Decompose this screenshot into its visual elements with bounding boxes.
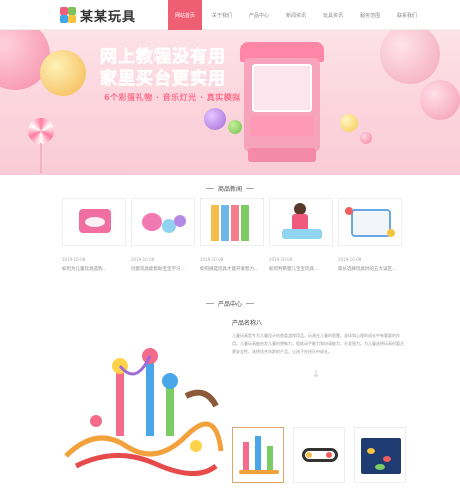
banner-title-line2: 家里买台更实用	[100, 69, 226, 90]
news-card[interactable]: 2019-10-08 创意玩具能帮助宝宝学习...	[131, 198, 195, 278]
lollipop-decoration	[28, 118, 54, 144]
candy-decoration	[204, 108, 226, 130]
news-date: 2019-10-08	[269, 257, 293, 262]
product-description: 儿童玩具是专为儿童设计的各类游戏用品，玩具在儿童的智慧、身体和心理的成长中有重要…	[232, 333, 404, 354]
logo-mark-icon	[60, 7, 76, 23]
nav-item-services[interactable]: 服务范围	[353, 0, 387, 30]
news-date: 2019-10-08	[200, 257, 224, 262]
news-thumbnail[interactable]	[269, 198, 333, 246]
site-header: 某某玩具 网站首页 关于我们 产品中心 新闻资讯 玩具资讯 服务范围 联系我们	[0, 0, 460, 30]
news-title[interactable]: 如何为儿童玩具选购...	[62, 266, 126, 272]
candy-decoration	[380, 30, 440, 84]
logo-text: 某某玩具	[80, 9, 137, 25]
candy-decoration	[420, 80, 460, 120]
news-title[interactable]: 如何挑选玩具才能开发智力...	[200, 266, 264, 272]
news-date: 2019-10-08	[131, 257, 155, 262]
news-section-label: 商品新闻	[217, 186, 242, 193]
news-thumbnail[interactable]	[200, 198, 264, 246]
lollipop-stick	[40, 143, 42, 173]
news-date: 2019-10-08	[338, 257, 362, 262]
candy-decoration	[40, 50, 86, 96]
banner-subtitle: 6个彩蛋礼物 · 音乐灯光 · 真实模拟	[104, 93, 241, 102]
products-section-title: 产品中心	[0, 299, 460, 308]
product-main-image[interactable]	[56, 326, 226, 484]
products-section-label: 产品中心	[217, 301, 242, 308]
news-thumbnail[interactable]	[131, 198, 195, 246]
product-thumbnail[interactable]	[354, 427, 406, 483]
news-thumbnail[interactable]	[62, 198, 126, 246]
arrow-down-icon[interactable]: ↓	[312, 369, 320, 380]
news-card[interactable]: 2019-10-08 如何判断婴儿宝宝玩具...	[269, 198, 333, 278]
news-card[interactable]: 2019-10-08 家长选择玩具时的五大误区...	[338, 198, 402, 278]
hero-banner[interactable]: 网上教程没有用 家里买台更实用 6个彩蛋礼物 · 音乐灯光 · 真实模拟	[0, 30, 460, 175]
news-section-title: 商品新闻	[0, 184, 460, 193]
nav-item-news[interactable]: 新闻资讯	[279, 0, 313, 30]
main-nav: 网站首页 关于我们 产品中心 新闻资讯 玩具资讯 服务范围 联系我们	[168, 0, 427, 30]
news-card[interactable]: 2019-10-08 如何为儿童玩具选购...	[62, 198, 126, 278]
news-list: 2019-10-08 如何为儿童玩具选购... 2019-10-08 创意玩具能…	[62, 198, 402, 278]
product-showcase: 产品名称八 儿童玩具是专为儿童设计的各类游戏用品，玩具在儿童的智慧、身体和心理的…	[56, 312, 406, 487]
nav-item-products[interactable]: 产品中心	[242, 0, 276, 30]
news-date: 2019-10-08	[62, 257, 86, 262]
nav-item-about[interactable]: 关于我们	[205, 0, 239, 30]
nav-item-toy-info[interactable]: 玩具资讯	[316, 0, 350, 30]
site-logo[interactable]: 某某玩具	[60, 4, 136, 26]
product-name: 产品名称八	[232, 320, 263, 327]
nav-item-home[interactable]: 网站首页	[168, 0, 202, 30]
nav-item-contact[interactable]: 联系我们	[390, 0, 424, 30]
product-thumbnails	[232, 427, 406, 483]
product-thumbnail[interactable]	[293, 427, 345, 483]
marble-run-toy-image	[64, 348, 224, 477]
product-thumbnail[interactable]	[232, 427, 284, 483]
bead-decoration	[360, 132, 372, 144]
news-thumbnail[interactable]	[338, 198, 402, 246]
claw-machine-image	[240, 36, 324, 166]
news-title[interactable]: 创意玩具能帮助宝宝学习...	[131, 266, 195, 272]
news-card[interactable]: 2019-10-08 如何挑选玩具才能开发智力...	[200, 198, 264, 278]
candy-decoration	[340, 114, 358, 132]
news-title[interactable]: 家长选择玩具时的五大误区...	[338, 266, 402, 272]
news-title[interactable]: 如何判断婴儿宝宝玩具...	[269, 266, 333, 272]
